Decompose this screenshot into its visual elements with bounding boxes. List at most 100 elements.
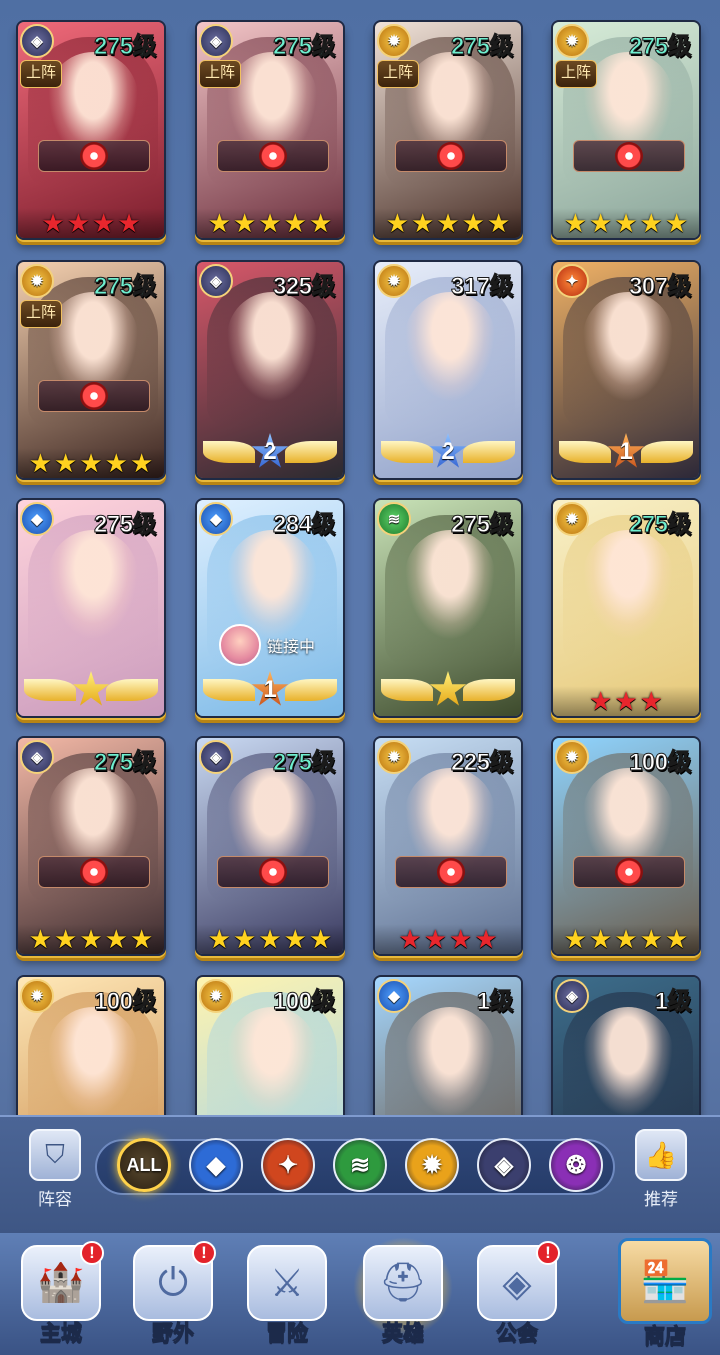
winged-rank-emblem [18,670,164,710]
star-icon: ★ [104,448,128,478]
hero-level: 1级 [654,988,692,1016]
hero-level: 275级 [628,511,692,539]
nav-label: 主城 [40,1322,83,1346]
left-wing-icon [203,679,255,701]
hero-face-shape [48,1007,138,1115]
star-icon: ★ [79,448,103,478]
star-icon: ★ [308,924,333,954]
hero-card[interactable]: ✹ 275级 ★ ★ ★ [551,498,701,718]
hero-card[interactable]: ✹ 100级 [195,975,345,1115]
filter-light-icon[interactable]: ✹ [405,1138,459,1192]
hero-level: 317级 [450,273,514,301]
light-faction-icon: ✹ [199,979,233,1013]
void-faction-icon: ◈ [20,740,54,774]
right-wing-icon [463,679,515,701]
star-rating: ★ ★ ★ ★ [375,924,521,954]
hero-card[interactable]: ◈ 1级 [551,975,701,1115]
hero-card[interactable]: ◆ 275级 [16,498,166,718]
water-faction-icon: ◆ [199,502,233,536]
nav-item-castle[interactable]: 🏰! 主城 [6,1237,116,1349]
nav-item-sword[interactable]: ⚔ 冒险 [232,1237,342,1349]
lineup-shield-icon: ⛉ [29,1129,81,1181]
hero-level: 275级 [450,511,514,539]
hero-face-shape [583,1007,673,1115]
lineup-button[interactable]: ⛉ 阵容 [20,1129,90,1210]
hero-card[interactable]: ≋ 275级 [373,498,523,718]
star-icon: ★ [54,448,78,478]
nav-shop[interactable]: 🏪 商店 [612,1238,718,1352]
winged-rank-emblem: 1 [197,670,343,710]
hero-face-shape [405,1007,495,1115]
hero-card[interactable]: ◈ 275级 ★ ★ ★ ★ ★ [195,736,345,956]
star-rating: ★ ★ ★ ★ ★ [18,448,164,478]
hero-card[interactable]: ✦ 307级 1 [551,260,701,480]
star-icon: ★ [563,208,588,238]
hero-level: 275级 [450,33,514,61]
filter-water-icon[interactable]: ◆ [189,1138,243,1192]
void-faction-icon: ◈ [20,24,54,58]
hero-face-shape [227,292,317,402]
helmet-icon: ⛑ [363,1245,443,1321]
star-icon: ★ [129,924,154,954]
star-rating: ★ ★ ★ ★ ★ [375,208,521,238]
void-faction-icon: ◈ [199,24,233,58]
filter-fire-icon[interactable]: ✦ [261,1138,315,1192]
star-rating: ★ ★ ★ ★ ★ [197,208,343,238]
hero-card[interactable]: ◈ 275级 ★ ★ ★ ★ ★ [16,736,166,956]
hero-card[interactable]: ◈ 275级 上阵 ★ ★ ★ ★ [16,20,166,240]
star-icon: ★ [283,208,307,238]
gear-crest-icon [573,140,685,172]
hero-card[interactable]: ✹ 317级 2 [373,260,523,480]
recommend-button[interactable]: 👍 推荐 [626,1129,696,1210]
gear-crest-icon [217,856,329,888]
hero-card[interactable]: ✹ 275级 上阵 ★ ★ ★ ★ ★ [373,20,523,240]
hero-card[interactable]: ◆ 1级 [373,975,523,1115]
water-faction-icon: ◆ [20,502,54,536]
hero-level: 275级 [272,749,336,777]
link-status: 链接中 [219,624,315,666]
star-rating: ★ ★ ★ ★ ★ [553,924,699,954]
star-icon: ★ [614,924,638,954]
nav-item-helmet[interactable]: ⛑ 英雄 [348,1237,458,1349]
filter-shadow-icon[interactable]: ❂ [549,1138,603,1192]
hero-card[interactable]: ◈ 325级 2 [195,260,345,480]
star-icon: ★ [104,924,128,954]
linked-hero-avatar [219,624,261,666]
star-rating: ★ ★ ★ ★ ★ [18,924,164,954]
filter-all-chip[interactable]: ALL [117,1138,171,1192]
light-faction-icon: ✹ [555,24,589,58]
filter-void-icon[interactable]: ◈ [477,1138,531,1192]
hero-level: 275级 [628,33,692,61]
nav-label: 野外 [152,1322,195,1346]
gear-crest-icon [38,380,150,412]
hero-card[interactable]: ✹ 100级 [16,975,166,1115]
hero-card[interactable]: ✹ 275级 上阵 ★ ★ ★ ★ ★ [16,260,166,480]
hero-card[interactable]: ✹ 100级 ★ ★ ★ ★ ★ [551,736,701,956]
hero-card[interactable]: ✹ 275级 上阵 ★ ★ ★ ★ ★ [551,20,701,240]
nav-item-portal[interactable]: ⏻! 野外 [118,1237,228,1349]
light-faction-icon: ✹ [20,979,54,1013]
gear-crest-icon [395,140,507,172]
star-icon: ★ [449,924,473,954]
hero-face-shape [48,530,138,640]
star-icon: ★ [207,208,232,238]
hero-level: 275级 [272,33,336,61]
star-icon: ★ [117,208,141,238]
nav-label: 商店 [644,1325,687,1349]
filter-wind-icon[interactable]: ≋ [333,1138,387,1192]
star-icon: ★ [28,448,53,478]
star-icon: ★ [639,924,663,954]
light-faction-icon: ✹ [555,740,589,774]
star-icon: ★ [639,686,663,716]
thumbs-up-icon: 👍 [635,1129,687,1181]
alert-badge: ! [80,1241,104,1265]
hero-card[interactable]: ◈ 275级 上阵 ★ ★ ★ ★ ★ [195,20,345,240]
alert-badge: ! [536,1241,560,1265]
hero-card[interactable]: ✹ 225级 ★ ★ ★ ★ [373,736,523,956]
on-team-badge: 上阵 [555,60,597,88]
star-icon: ★ [639,208,663,238]
hero-level: 275级 [93,511,157,539]
nav-item-banner[interactable]: ◈! 公会 [462,1237,572,1349]
hero-card[interactable]: ◆ 284级 1 链接中 [195,498,345,718]
gear-crest-icon [573,856,685,888]
